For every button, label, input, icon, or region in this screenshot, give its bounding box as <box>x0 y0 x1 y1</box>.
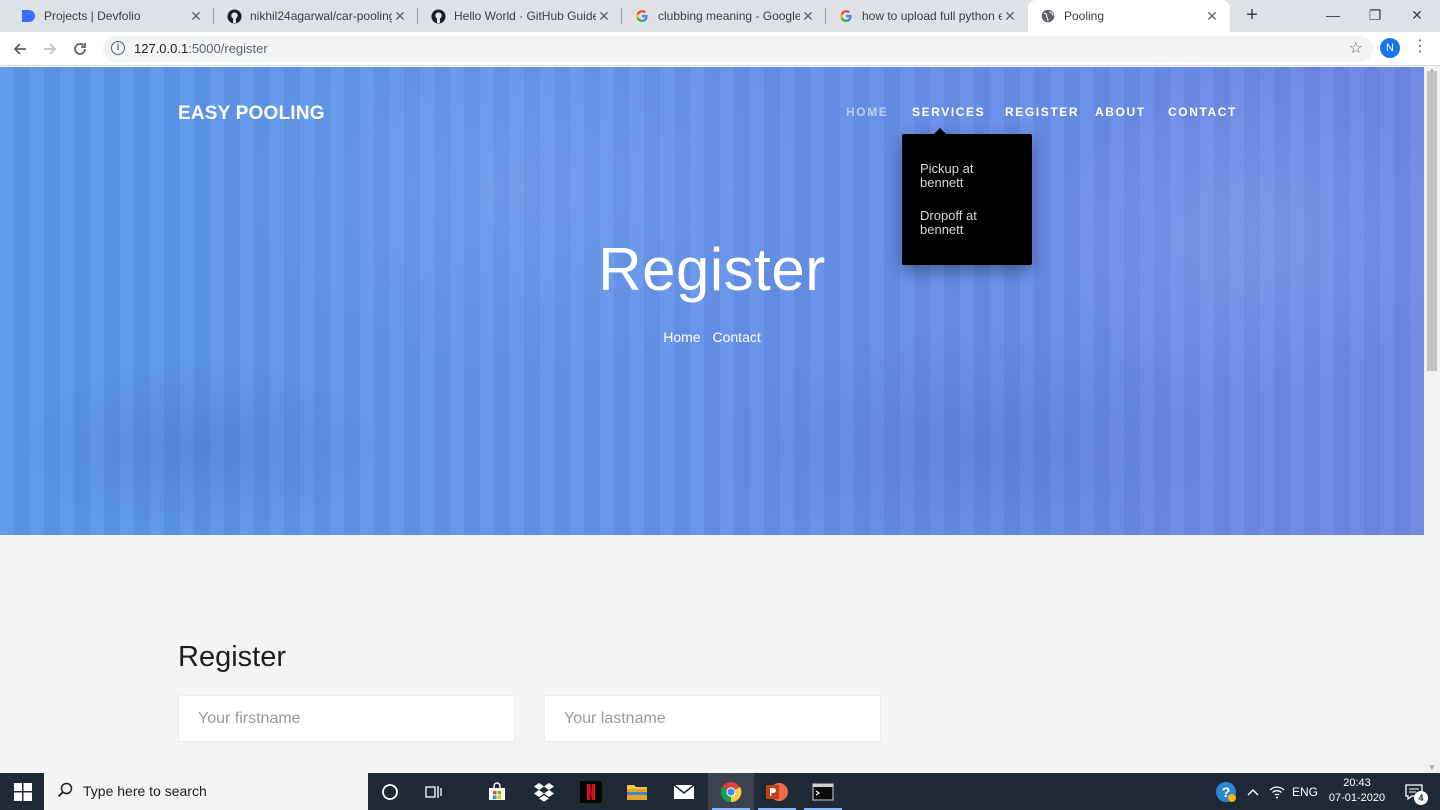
back-arrow-icon[interactable] <box>8 37 32 61</box>
browser-menu-icon[interactable]: ⋮ <box>1412 36 1428 56</box>
hero-title: Register <box>598 236 826 303</box>
taskbar-search-box[interactable]: Type here to search <box>44 773 368 810</box>
microsoft-store-icon[interactable] <box>474 773 520 810</box>
tab-title: Pooling <box>1064 9 1105 23</box>
close-tab-icon[interactable]: ✕ <box>1002 8 1018 25</box>
close-tab-icon[interactable]: ✕ <box>1204 8 1220 25</box>
scrollbar-thumb[interactable] <box>1427 71 1437 371</box>
new-tab-button[interactable]: + <box>1240 4 1264 28</box>
netflix-icon[interactable] <box>568 773 614 810</box>
action-center-icon[interactable]: 4 <box>1398 773 1430 810</box>
dropdown-item-dropoff[interactable]: Dropoff at bennett <box>920 209 1016 237</box>
nav-register[interactable]: REGISTER <box>1005 105 1079 119</box>
tab-title: how to upload full python en <box>862 9 1002 23</box>
tab-title: clubbing meaning - Google S <box>658 9 800 23</box>
bookmark-star-icon[interactable]: ☆ <box>1349 38 1363 58</box>
browser-tab[interactable]: Hello World · GitHub Guides ✕ <box>418 0 622 32</box>
taskbar-clock[interactable]: 20:43 07-01-2020 <box>1322 776 1392 806</box>
dropdown-item-pickup[interactable]: Pickup at bennett <box>920 162 1016 190</box>
form-title: Register <box>178 641 286 673</box>
restore-window-icon[interactable]: ❐ <box>1352 0 1398 32</box>
terminal-icon[interactable] <box>800 773 846 810</box>
site-info-icon[interactable]: i <box>111 41 125 55</box>
nav-contact[interactable]: CONTACT <box>1168 105 1237 119</box>
url-host: 127.0.0.1 <box>134 41 189 56</box>
task-view-icon[interactable] <box>411 773 457 810</box>
minimize-window-icon[interactable]: — <box>1310 0 1356 32</box>
github-icon <box>430 8 446 24</box>
tab-title: nikhil24agarwal/car-pooling <box>250 9 392 23</box>
firstname-input[interactable]: Your firstname <box>178 695 515 742</box>
close-window-icon[interactable]: ✕ <box>1394 0 1440 32</box>
taskbar-search-placeholder: Type here to search <box>83 783 207 799</box>
windows-start-icon[interactable] <box>0 773 44 810</box>
forward-arrow-icon[interactable] <box>38 37 62 61</box>
chrome-icon[interactable] <box>708 773 754 810</box>
browser-tab[interactable]: how to upload full python en ✕ <box>826 0 1028 32</box>
site-brand[interactable]: EASY POOLING <box>178 103 325 125</box>
notification-count-badge: 4 <box>1414 791 1428 805</box>
close-tab-icon[interactable]: ✕ <box>596 8 612 25</box>
devfolio-icon <box>20 8 36 24</box>
close-tab-icon[interactable]: ✕ <box>392 8 408 25</box>
breadcrumb: Home Contact <box>0 329 1424 345</box>
breadcrumb-contact[interactable]: Contact <box>713 329 761 345</box>
clock-date: 07-01-2020 <box>1328 792 1386 804</box>
powerpoint-icon[interactable] <box>754 773 800 810</box>
nav-services[interactable]: SERVICES <box>912 105 985 119</box>
tab-title: Hello World · GitHub Guides <box>454 9 596 23</box>
search-icon <box>57 782 73 803</box>
browser-tab-active[interactable]: Pooling ✕ <box>1028 0 1230 32</box>
mail-icon[interactable] <box>661 773 707 810</box>
lastname-input[interactable]: Your lastname <box>544 695 881 742</box>
hero-banner: EASY POOLING HOME SERVICES REGISTER ABOU… <box>0 67 1424 535</box>
help-icon[interactable]: ? <box>1212 773 1240 810</box>
google-icon <box>838 8 854 24</box>
file-explorer-icon[interactable] <box>614 773 660 810</box>
close-tab-icon[interactable]: ✕ <box>800 8 816 25</box>
close-tab-icon[interactable]: ✕ <box>188 8 204 25</box>
google-icon <box>634 8 650 24</box>
nav-about[interactable]: ABOUT <box>1095 105 1146 119</box>
scroll-down-icon[interactable]: ▼ <box>1428 763 1436 772</box>
clock-time: 20:43 <box>1343 777 1371 789</box>
breadcrumb-home[interactable]: Home <box>663 329 700 345</box>
address-bar[interactable]: i 127.0.0.1:5000/register ☆ <box>103 36 1373 62</box>
browser-toolbar: i 127.0.0.1:5000/register ☆ N ⋮ <box>0 32 1440 66</box>
github-icon <box>226 8 242 24</box>
show-hidden-icons-chevron-up-icon[interactable] <box>1242 773 1264 810</box>
page-scrollbar[interactable]: ▲ ▼ <box>1424 66 1440 773</box>
browser-tab[interactable]: Projects | Devfolio ✕ <box>8 0 214 32</box>
cortana-icon[interactable] <box>367 773 413 810</box>
windows-taskbar: Type here to search ? ENG 20:43 07-01-20… <box>0 773 1440 810</box>
wifi-icon[interactable] <box>1266 773 1288 810</box>
profile-avatar[interactable]: N <box>1380 38 1400 58</box>
page-viewport: EASY POOLING HOME SERVICES REGISTER ABOU… <box>0 67 1424 773</box>
browser-tab[interactable]: nikhil24agarwal/car-pooling ✕ <box>214 0 418 32</box>
tab-title: Projects | Devfolio <box>44 9 141 23</box>
nav-home[interactable]: HOME <box>846 105 888 119</box>
language-indicator[interactable]: ENG <box>1290 773 1320 810</box>
reload-icon[interactable] <box>68 37 92 61</box>
globe-icon <box>1040 8 1056 24</box>
browser-tabstrip: Projects | Devfolio ✕ nikhil24agarwal/ca… <box>0 0 1440 32</box>
browser-tab[interactable]: clubbing meaning - Google S ✕ <box>622 0 826 32</box>
address-url: 127.0.0.1:5000/register <box>134 41 268 56</box>
url-path: :5000/register <box>188 41 268 56</box>
dropbox-icon[interactable] <box>521 773 567 810</box>
